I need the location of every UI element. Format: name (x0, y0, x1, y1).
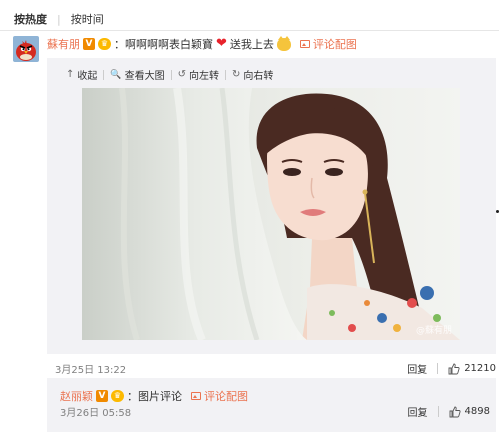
comment-text-part2: 送我上去 (229, 38, 274, 51)
cat-emoji-icon (276, 35, 291, 51)
view-large-button[interactable]: 🔍 查看大图 (104, 67, 170, 83)
rotate-right-icon: ↻ (232, 69, 241, 80)
photo-watermark: @蘇有朋 (415, 326, 452, 336)
rotate-left-icon: ↺ (177, 69, 186, 80)
reply-reply-button[interactable]: 回复 (408, 404, 428, 419)
rotate-left-button[interactable]: ↺ 向左转 (172, 67, 225, 82)
sort-bar: 按热度 | 按时间 (14, 11, 104, 27)
comment-pic-link-label: 评论配图 (312, 38, 357, 51)
meta-divider (437, 363, 439, 374)
comment-pic-link[interactable]: 评论配图 (299, 36, 357, 52)
comment-reply-button[interactable]: 回复 (407, 361, 427, 376)
thumbs-up-icon (448, 363, 460, 374)
portrait-image (82, 88, 460, 340)
vip-badge-icon[interactable]: V (96, 390, 108, 402)
image-icon (299, 40, 310, 48)
thumbs-up-icon (449, 406, 461, 417)
comment-like-button[interactable]: 21210 (448, 363, 496, 375)
member-crown-icon[interactable]: ♛ (98, 38, 111, 50)
collapse-button[interactable]: ↑ 收起 (60, 67, 103, 82)
view-large-label: 查看大图 (124, 71, 165, 82)
comment-meta-row: 3月25日 13:22 回复 21210 (55, 361, 496, 376)
reply-username[interactable]: 赵丽颖 (60, 388, 93, 404)
sort-by-hot-tab[interactable]: 按热度 (14, 11, 47, 27)
meta-divider (437, 406, 439, 417)
vip-badge-icon[interactable]: V (83, 38, 95, 50)
rotate-right-button[interactable]: ↻ 向右转 (226, 67, 279, 82)
divider (0, 30, 499, 31)
rotate-left-label: 向左转 (189, 71, 219, 82)
comment-text-line: 蘇有朋 V ♛ ：啊啊啊啊表白颖寶 ❤ 送我上去 评论配图 (47, 35, 357, 52)
reply-text-line: 赵丽颖 V ♛ ：图片评论 评论配图 (60, 388, 248, 404)
reply-pic-link[interactable]: 评论配图 (191, 388, 248, 404)
reply-pic-link-label: 评论配图 (204, 390, 248, 403)
comment-timestamp: 3月25日 13:22 (55, 365, 127, 376)
comment-photo[interactable]: @蘇有朋 (82, 88, 460, 340)
reply-text: ：图片评论 (127, 390, 182, 403)
avatar[interactable] (13, 36, 39, 62)
collapse-arrow-icon: ↑ (66, 69, 75, 80)
comment-username[interactable]: 蘇有朋 (47, 36, 80, 52)
reply-timestamp: 3月26日 05:58 (60, 408, 132, 419)
sort-separator: | (57, 12, 61, 26)
media-toolbar: ↑ 收起 🔍 查看大图 ↺ 向左转 ↻ 向右转 (60, 67, 279, 82)
sort-by-time-tab[interactable]: 按时间 (71, 11, 104, 27)
collapse-label: 收起 (77, 71, 98, 82)
heart-emoji-icon: ❤ (216, 36, 227, 51)
rotate-right-label: 向右转 (243, 71, 274, 82)
reply-like-button[interactable]: 4898 (449, 406, 490, 418)
comment-text-part1: ：啊啊啊啊表白颖寶 (114, 38, 213, 51)
member-crown-icon[interactable]: ♛ (111, 390, 124, 402)
image-icon (191, 392, 201, 400)
comment-like-count: 21210 (464, 363, 496, 374)
reply-like-count: 4898 (464, 406, 490, 417)
reply-meta-row: 3月26日 05:58 回复 4898 (60, 404, 490, 419)
magnifier-icon: 🔍 (110, 69, 122, 80)
